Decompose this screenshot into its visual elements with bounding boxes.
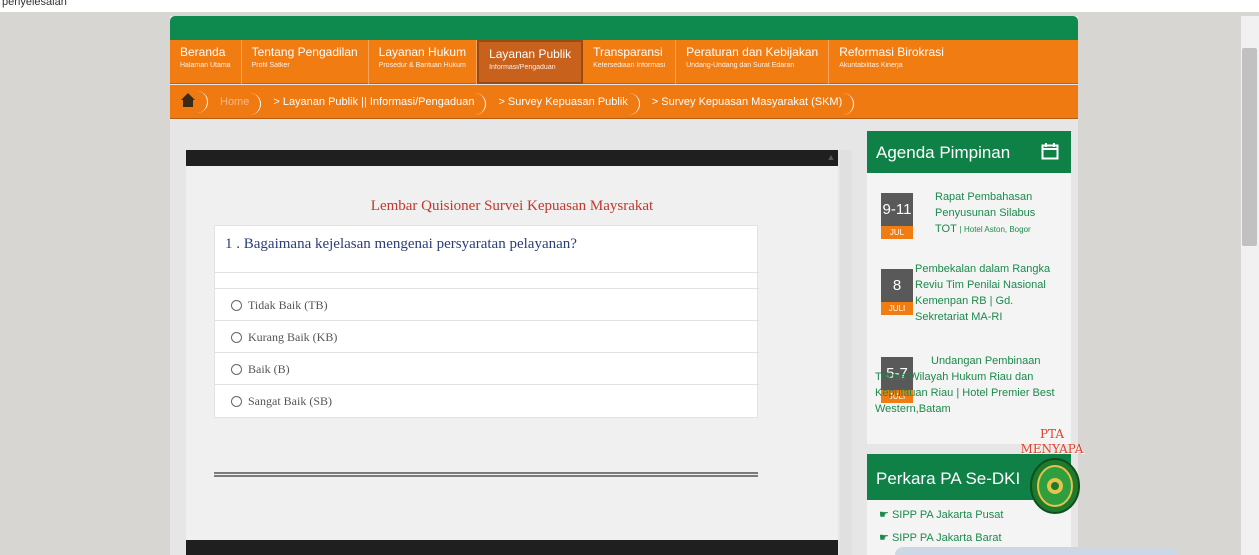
top-strip-text: penyelesaian <box>2 0 67 8</box>
option-label: Kurang Baik (KB) <box>248 330 338 344</box>
breadcrumb-layanan-publik[interactable]: > Layanan Publik || Informasi/Pengaduan <box>263 91 488 115</box>
menu-item-reformasi-birokrasi[interactable]: Reformasi Birokrasi Akuntabilitas Kinerj… <box>829 40 954 84</box>
menu-subtitle: Halaman Utama <box>180 62 231 69</box>
menu-subtitle: Akuntabilitas Kinerja <box>839 62 903 69</box>
date-month: JUL <box>881 226 913 239</box>
menu-title: Layanan Hukum <box>378 45 467 59</box>
page-scrollbar-thumb[interactable] <box>1242 48 1257 246</box>
pta-menyapa-badge[interactable]: PTA MENYAPA <box>1014 427 1090 457</box>
menu-title: Beranda <box>180 45 226 59</box>
questionnaire-title: Lembar Quisioner Survei Kepuasan Maysrak… <box>370 198 654 214</box>
menu-subtitle: Profil Satker <box>251 62 290 69</box>
date-badge: 8 JULI <box>881 269 913 315</box>
divider <box>215 288 759 289</box>
agenda-item-text: Rapat Pembahasan Penyusunan Silabus TOT … <box>935 189 1059 238</box>
frame-bottom-bar <box>186 540 838 555</box>
option-tidak-baik[interactable]: Tidak Baik (TB) <box>231 298 328 313</box>
option-baik[interactable]: Baik (B) <box>231 362 290 377</box>
menu-item-transparansi[interactable]: Transparansi Ketersediaan Informasi <box>583 40 677 84</box>
divider <box>215 320 759 321</box>
link-label: SIPP PA Jakarta Pusat <box>891 509 1004 521</box>
browser-top-strip: penyelesaian <box>0 0 1259 12</box>
divider <box>215 384 759 385</box>
breadcrumb: Home > Layanan Publik || Informasi/Penga… <box>170 85 1078 119</box>
date-badge: 9-11 JUL <box>881 193 913 239</box>
survey-content-frame: Lembar Quisioner Survei Kepuasan Maysrak… <box>186 150 838 555</box>
breadcrumb-home-icon-link[interactable] <box>174 89 210 114</box>
frame-top-bar <box>186 150 838 166</box>
sipp-jakarta-barat-link[interactable]: ☛ SIPP PA Jakarta Barat <box>879 531 1002 544</box>
menu-item-beranda[interactable]: Beranda Halaman Utama <box>170 40 242 84</box>
radio-button[interactable] <box>231 300 242 311</box>
menu-title: Reformasi Birokrasi <box>839 45 944 59</box>
home-icon <box>181 93 195 107</box>
page-container: Beranda Halaman Utama Tentang Pengadilan… <box>170 16 1083 555</box>
option-label: Sangat Baik (SB) <box>248 394 332 408</box>
menu-subtitle: Informasi/Pengaduan <box>489 64 556 71</box>
menu-title: Transparansi <box>593 45 663 59</box>
radio-button[interactable] <box>231 364 242 375</box>
date-day: 9-11 <box>881 193 913 226</box>
question-text: 1 . Bagaimana kejelasan mengenai persyar… <box>225 236 577 252</box>
radio-button[interactable] <box>231 332 242 343</box>
menu-item-layanan-hukum[interactable]: Layanan Hukum Prosedur & Bantuan Hukum <box>369 40 478 84</box>
menu-item-tentang-pengadilan[interactable]: Tentang Pengadilan Profil Satker <box>242 40 369 84</box>
main-menu: Beranda Halaman Utama Tentang Pengadilan… <box>170 40 1078 84</box>
breadcrumb-survey-skm[interactable]: > Survey Kepuasan Masyarakat (SKM) <box>642 91 856 115</box>
agenda-text: Pembekalan dalam Rangka Reviu Tim Penila… <box>915 263 1051 323</box>
divider <box>215 272 759 273</box>
menu-subtitle: Ketersediaan Informasi <box>593 62 666 69</box>
option-label: Baik (B) <box>248 362 290 376</box>
menu-item-layanan-publik[interactable]: Layanan Publik Informasi/Pengaduan <box>477 40 584 84</box>
question-card: 1 . Bagaimana kejelasan mengenai persyar… <box>214 225 759 418</box>
option-sangat-baik[interactable]: Sangat Baik (SB) <box>231 394 332 409</box>
option-label: Tidak Baik (TB) <box>248 298 328 312</box>
double-divider <box>214 472 758 477</box>
frame-scroll-up-icon[interactable]: ▲ <box>824 150 838 164</box>
court-seal-logo-icon[interactable] <box>1030 458 1080 514</box>
menu-title: Tentang Pengadilan <box>251 45 358 59</box>
frame-scrollbar[interactable] <box>840 150 852 555</box>
menu-subtitle: Undang-Undang dan Surat Edaran <box>686 62 795 69</box>
pta-badge-line1: PTA <box>1039 427 1065 441</box>
pointer-hand-icon: ☛ <box>879 532 889 544</box>
menu-title: Peraturan dan Kebijakan <box>686 45 819 59</box>
agenda-location: | Hotel Aston, Bogor <box>959 225 1031 234</box>
link-label: SIPP PA Jakarta Barat <box>891 532 1002 544</box>
date-month: JULI <box>881 302 913 315</box>
breadcrumb-survey-kepuasan-publik[interactable]: > Survey Kepuasan Publik <box>488 91 641 115</box>
agenda-title: Agenda Pimpinan <box>876 143 1011 162</box>
breadcrumb-home[interactable]: Home <box>210 91 263 115</box>
option-kurang-baik[interactable]: Kurang Baik (KB) <box>231 330 337 345</box>
radio-button[interactable] <box>231 396 242 407</box>
calendar-icon <box>1041 143 1059 160</box>
menu-item-peraturan[interactable]: Peraturan dan Kebijakan Undang-Undang da… <box>676 40 830 84</box>
agenda-panel: Agenda Pimpinan 9-11 JUL Rapat Pembahasa… <box>867 131 1071 444</box>
pointer-hand-icon: ☛ <box>879 509 889 521</box>
divider <box>215 352 759 353</box>
menu-subtitle: Prosedur & Bantuan Hukum <box>378 62 466 69</box>
chat-widget-bar[interactable] <box>895 547 1177 555</box>
header-green-bar <box>170 16 1078 40</box>
date-day: 8 <box>881 269 913 302</box>
agenda-header: Agenda Pimpinan <box>867 131 1071 173</box>
agenda-text: Undangan Pembinaan Teknis Wilayah Hukum … <box>875 355 1055 415</box>
sipp-jakarta-pusat-link[interactable]: ☛ SIPP PA Jakarta Pusat <box>879 508 1003 521</box>
menu-title: Layanan Publik <box>489 47 572 61</box>
